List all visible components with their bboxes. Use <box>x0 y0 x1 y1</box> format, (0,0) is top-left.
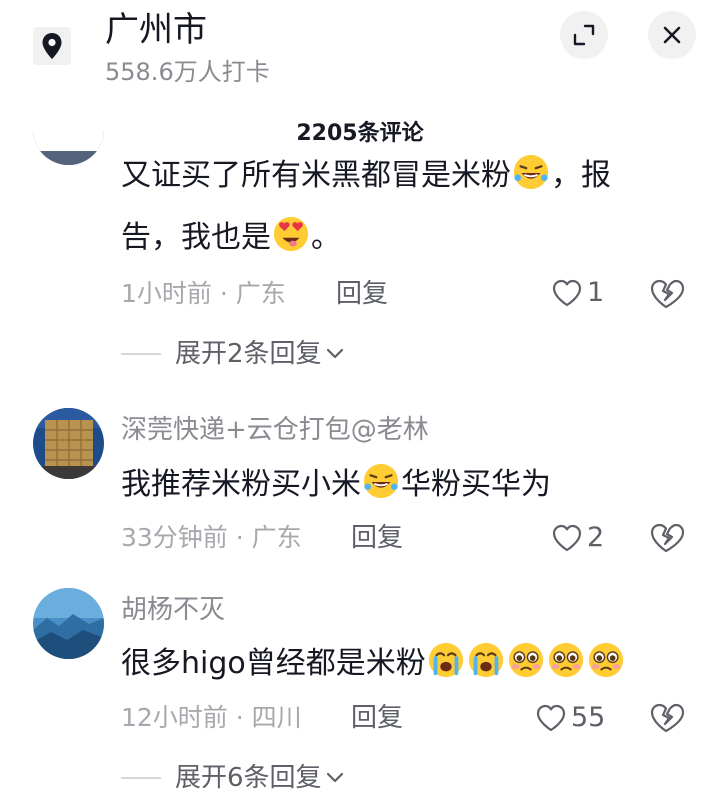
avatar[interactable] <box>33 408 104 479</box>
comment-text: 我推荐米粉买小米 华粉买华为 <box>121 459 551 511</box>
like-button[interactable]: 1 <box>551 276 604 310</box>
comment-time-location: 33分钟前 · 广东 <box>121 523 302 552</box>
avatar[interactable] <box>33 130 104 170</box>
close-button[interactable] <box>648 11 696 59</box>
expand-button[interactable] <box>560 11 608 59</box>
comment-text-line: 我推荐米粉买小米 <box>121 467 361 502</box>
comment-text-line: 华粉买华为 <box>401 467 551 502</box>
username[interactable]: 胡杨不灭 <box>121 593 225 627</box>
expand-replies-label: 展开2条回复 <box>175 339 322 369</box>
dislike-button[interactable] <box>648 276 685 312</box>
crying-emoji <box>468 642 503 678</box>
comment-text-line: 又证买了所有米黑都冒是米粉 <box>121 158 511 193</box>
comment-text: 告，我也是 。 <box>121 212 341 264</box>
location-title[interactable]: 广州市 <box>105 10 207 50</box>
like-count: 55 <box>571 702 606 733</box>
dislike-button[interactable] <box>648 700 685 736</box>
comment-text-line: 告，我也是 <box>121 220 271 255</box>
comment-time-location: 1小时前 · 广东 <box>121 279 286 308</box>
broken-heart-icon <box>650 703 685 733</box>
comment-text-line: 。 <box>311 220 341 255</box>
comment-count-title: 2205条评论 <box>296 121 424 146</box>
like-button[interactable]: 55 <box>535 701 605 735</box>
heart-icon <box>552 524 582 552</box>
reply-button[interactable]: 回复 <box>336 277 388 311</box>
close-icon <box>663 26 681 44</box>
pleading-emoji <box>588 642 623 678</box>
location-pin-icon <box>33 27 71 65</box>
like-count: 1 <box>587 277 605 308</box>
comment-time-location: 12小时前 · 四川 <box>121 703 302 732</box>
expand-replies-button[interactable]: 展开6条回复 <box>121 761 344 795</box>
divider <box>121 353 161 355</box>
broken-heart-icon <box>650 523 685 553</box>
reply-button[interactable]: 回复 <box>351 701 403 735</box>
heart-icon <box>536 704 566 732</box>
rofl-emoji <box>513 154 549 190</box>
like-button[interactable]: 2 <box>551 521 604 555</box>
expand-replies-label: 展开6条回复 <box>175 763 322 793</box>
chevron-down-icon <box>326 772 343 783</box>
comment-text: 又证买了所有米黑都冒是米粉 ，报 <box>121 150 611 202</box>
expand-replies-button[interactable]: 展开2条回复 <box>121 337 344 371</box>
comment-text-line: ，报 <box>551 158 611 193</box>
rofl-emoji <box>363 463 399 499</box>
comment-text: 很多higo曾经都是米粉 <box>121 638 626 690</box>
reply-button[interactable]: 回复 <box>351 521 403 555</box>
heart-eyes-emoji <box>273 216 309 252</box>
pleading-emoji <box>548 642 583 678</box>
comment-text-line: 很多higo曾经都是米粉 <box>121 646 426 681</box>
like-count: 2 <box>587 522 605 553</box>
pleading-emoji <box>508 642 543 678</box>
heart-icon <box>552 279 582 307</box>
avatar[interactable] <box>33 588 104 659</box>
broken-heart-icon <box>650 279 685 309</box>
dislike-button[interactable] <box>648 520 685 556</box>
username[interactable]: 深莞快递+云仓打包@老林 <box>121 413 429 447</box>
expand-icon <box>573 24 595 46</box>
chevron-down-icon <box>326 348 343 359</box>
checkin-count: 558.6万人打卡 <box>105 58 270 86</box>
crying-emoji <box>428 642 463 678</box>
divider <box>121 777 161 779</box>
